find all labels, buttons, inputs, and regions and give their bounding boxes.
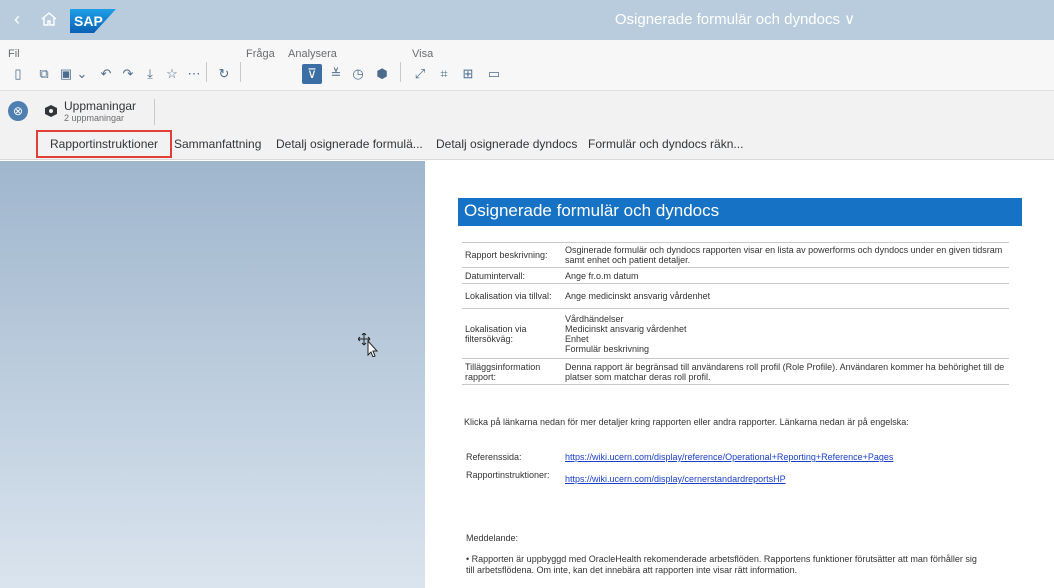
instructions-link[interactable]: https://wiki.ucern.com/display/cernersta… <box>565 474 786 484</box>
cube-icon[interactable]: ⬢ <box>374 66 390 82</box>
back-button[interactable]: ‹ <box>14 9 30 29</box>
row-value: Denna rapport är begränsad till användar… <box>562 358 1009 385</box>
sort-icon[interactable]: ≚ <box>328 66 344 82</box>
row-key: Lokalisation via tillval: <box>462 283 562 309</box>
save-dropdown-icon[interactable]: ⌄ <box>74 66 90 82</box>
favorite-icon[interactable]: ☆ <box>164 66 180 82</box>
prompts-count: 2 uppmaningar <box>64 113 125 123</box>
report-info-table: Rapport beskrivning: Osginerade formulär… <box>462 242 1009 385</box>
history-icon[interactable]: ◷ <box>350 66 366 82</box>
table-row: Lokalisation via tillval: Ange medicinsk… <box>462 283 1009 309</box>
message-text: • Rapporten är uppbyggd med OracleHealth… <box>466 554 977 575</box>
row-key: Rapport beskrivning: <box>462 242 562 268</box>
shell-bar: ‹ SAP Osignerade formulär och dyndocs ∨ <box>0 0 1054 40</box>
tab-formular-dyndocs-rakning[interactable]: Formulär och dyndocs räkn... <box>588 130 743 160</box>
report-tabs: Rapportinstruktioner Sammanfattning Deta… <box>0 130 1054 160</box>
filter-icon[interactable]: ⊽ <box>304 66 320 82</box>
row-value: Ange fr.o.m datum <box>562 267 1009 284</box>
row-value-line: Medicinskt ansvarig vårdenhet <box>565 323 687 334</box>
menu-fraga[interactable]: Fråga <box>246 48 275 60</box>
row-key: Lokalisation via filtersökväg: <box>462 308 562 359</box>
prompts-title[interactable]: Uppmaningar <box>64 99 136 113</box>
row-value-line: Vårdhändelser <box>565 313 624 324</box>
row-value: Osginerade formulär och dyndocs rapporte… <box>562 242 1009 268</box>
redo-icon[interactable]: ↷ <box>120 66 136 82</box>
export-icon[interactable]: ⤓ <box>142 66 158 82</box>
new-document-icon[interactable]: ▯ <box>10 66 26 82</box>
tab-sammanfattning[interactable]: Sammanfattning <box>174 130 261 160</box>
table-row: Tilläggsinformation rapport: Denna rappo… <box>462 358 1009 385</box>
save-icon[interactable]: ▣ <box>58 66 74 82</box>
structure-icon[interactable]: ⊞ <box>460 66 476 82</box>
sap-logo-text: SAP <box>74 13 103 29</box>
row-value: Vårdhändelser Medicinskt ansvarig vården… <box>562 308 1009 359</box>
move-cursor-icon <box>358 333 379 357</box>
display-icon[interactable]: ▭ <box>486 66 502 82</box>
undo-icon[interactable]: ↶ <box>98 66 114 82</box>
open-icon[interactable]: ⧉ <box>36 66 52 82</box>
navigation-panel-icon[interactable]: ⊗ <box>8 101 28 121</box>
menu-visa[interactable]: Visa <box>412 48 433 60</box>
message-heading: Meddelande: <box>466 533 519 543</box>
table-row: Rapport beskrivning: Osginerade formulär… <box>462 242 1009 268</box>
links-intro: Klicka på länkarna nedan för mer detalje… <box>464 417 909 427</box>
row-value-line: Formulär beskrivning <box>565 343 650 354</box>
tab-detalj-dyndocs[interactable]: Detalj osignerade dyndocs <box>436 130 577 160</box>
reference-link[interactable]: https://wiki.ucern.com/display/reference… <box>565 452 893 462</box>
row-key: Datumintervall: <box>462 267 562 284</box>
reference-label: Referenssida: <box>466 452 522 462</box>
menu-fil[interactable]: Fil <box>8 48 20 60</box>
row-value: Ange medicinskt ansvarig vårdenhet <box>562 283 1009 309</box>
object-header: ⊗ Uppmaningar 2 uppmaningar <box>0 90 1054 130</box>
prompts-icon <box>45 105 57 117</box>
header-separator <box>154 99 155 125</box>
tab-detalj-formular[interactable]: Detalj osignerade formulä... <box>276 130 423 160</box>
home-icon[interactable] <box>40 10 58 28</box>
table-row: Datumintervall: Ange fr.o.m datum <box>462 267 1009 284</box>
toolbar-separator <box>400 62 401 82</box>
table-row: Lokalisation via filtersökväg: Vårdhände… <box>462 308 1009 359</box>
tab-rapportinstruktioner[interactable]: Rapportinstruktioner <box>36 130 173 158</box>
row-value-line: Enhet <box>565 333 589 344</box>
report-title: Osignerade formulär och dyndocs <box>464 201 720 220</box>
refresh-icon[interactable]: ↻ <box>216 66 232 82</box>
menu-analysera[interactable]: Analysera <box>288 48 337 60</box>
more-icon[interactable]: ⋯ <box>186 66 202 82</box>
toolbar-separator <box>206 62 207 82</box>
row-key: Tilläggsinformation rapport: <box>462 358 562 385</box>
menu-toolbar: Fil Fråga Analysera Visa ▯ ⧉ ▣ ⌄ ↶ ↷ ⤓ ☆… <box>0 40 1054 90</box>
instructions-label: Rapportinstruktioner: <box>466 470 550 480</box>
toolbar-separator <box>240 62 241 82</box>
expand-icon[interactable]: ⤢ <box>412 66 428 82</box>
fit-icon[interactable]: ⌗ <box>436 66 452 82</box>
report-canvas-left[interactable] <box>0 161 425 588</box>
app-title-dropdown[interactable]: Osignerade formulär och dyndocs ∨ <box>560 0 910 40</box>
sap-logo[interactable]: SAP <box>70 9 116 33</box>
